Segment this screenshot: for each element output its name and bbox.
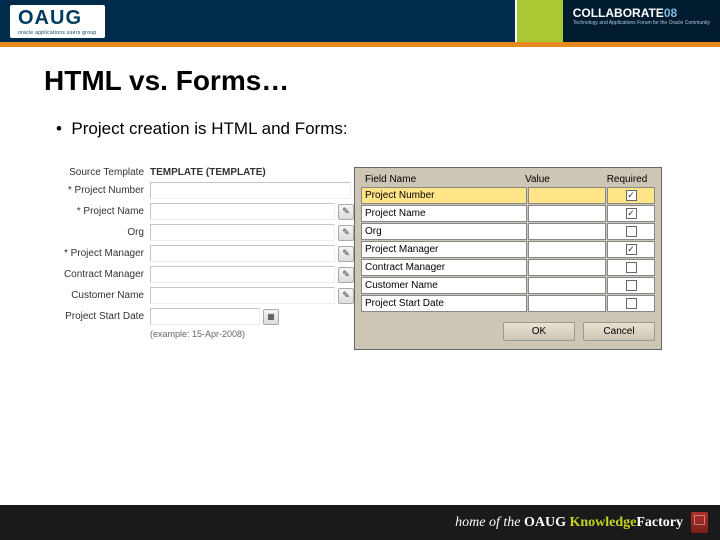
header-right: COLLABORATE08 Technology and Application… [515, 0, 720, 42]
footer-factory: Factory [636, 515, 683, 530]
text-input[interactable] [150, 224, 335, 241]
field-label: Project Start Date [44, 311, 150, 322]
bullet-point: • Project creation is HTML and Forms: [56, 119, 676, 139]
form-row: * Project Number [44, 182, 354, 199]
collab-text: COLLABORATE [573, 6, 664, 20]
field-name-cell: Org [361, 223, 527, 240]
logo-text: OAUG [18, 7, 97, 30]
value-cell[interactable] [528, 295, 606, 312]
collaborate-logo: COLLABORATE08 Technology and Application… [563, 0, 720, 42]
oaug-logo: OAUG oracle applications users group [10, 5, 105, 38]
table-row[interactable]: Customer Name [361, 277, 655, 294]
date-example: (example: 15-Apr-2008) [150, 329, 354, 339]
form-row: Org ✎ [44, 224, 354, 241]
required-cell [607, 223, 655, 240]
field-name-cell: Customer Name [361, 277, 527, 294]
slide-title: HTML vs. Forms… [44, 65, 676, 97]
text-input[interactable] [150, 182, 351, 199]
value-cell[interactable] [528, 223, 606, 240]
oracle-forms-screenshot: Field Name Value Required Project Number… [354, 167, 662, 350]
col-header-value: Value [525, 174, 603, 185]
start-date-row: Project Start Date ▦ [44, 308, 354, 325]
text-input[interactable] [150, 287, 335, 304]
checkbox-icon[interactable] [626, 262, 637, 273]
table-row[interactable]: Contract Manager [361, 259, 655, 276]
table-row[interactable]: Project Number ✓ [361, 187, 655, 204]
quickpick-icon[interactable]: ✎ [338, 267, 354, 283]
checkbox-icon[interactable]: ✓ [626, 208, 637, 219]
field-label: Source Template [44, 167, 150, 178]
form-row: * Project Name ✎ [44, 203, 354, 220]
required-cell: ✓ [607, 241, 655, 258]
source-template-row: Source Template TEMPLATE (TEMPLATE) [44, 167, 354, 178]
required-cell [607, 277, 655, 294]
field-name-cell: Contract Manager [361, 259, 527, 276]
table-header: Field Name Value Required [361, 174, 655, 185]
required-cell: ✓ [607, 205, 655, 222]
table-row[interactable]: Project Manager ✓ [361, 241, 655, 258]
green-accent [515, 0, 563, 42]
field-name-cell: Project Number [361, 187, 527, 204]
cancel-button[interactable]: Cancel [583, 322, 655, 341]
value-cell[interactable] [528, 259, 606, 276]
calendar-icon[interactable]: ▦ [263, 309, 279, 325]
required-cell [607, 295, 655, 312]
table-row[interactable]: Org [361, 223, 655, 240]
dialog-buttons: OK Cancel [361, 322, 655, 341]
field-label: * Project Manager [44, 248, 150, 259]
date-input[interactable] [150, 308, 260, 325]
checkbox-icon[interactable] [626, 280, 637, 291]
value-cell[interactable] [528, 241, 606, 258]
ok-button[interactable]: OK [503, 322, 575, 341]
footer-oaug: OAUG [524, 515, 566, 530]
html-form-screenshot: Source Template TEMPLATE (TEMPLATE) * Pr… [44, 167, 354, 350]
table-row[interactable]: Project Name ✓ [361, 205, 655, 222]
checkbox-icon[interactable] [626, 298, 637, 309]
field-label: * Project Name [44, 206, 150, 217]
form-row: Customer Name ✎ [44, 287, 354, 304]
value-cell[interactable] [528, 187, 606, 204]
field-name-cell: Project Start Date [361, 295, 527, 312]
text-input[interactable] [150, 203, 335, 220]
quickpick-icon[interactable]: ✎ [338, 288, 354, 304]
collab-year: 08 [664, 6, 677, 20]
field-value: TEMPLATE (TEMPLATE) [150, 167, 266, 178]
collab-subtitle: Technology and Applications Forum for th… [573, 20, 710, 26]
required-cell [607, 259, 655, 276]
field-label: * Project Number [44, 185, 150, 196]
logo-subtitle: oracle applications users group [18, 30, 97, 36]
slide-header: OAUG oracle applications users group COL… [0, 0, 720, 42]
form-row: Contract Manager ✎ [44, 266, 354, 283]
slide-footer: home of the OAUG KnowledgeFactory [0, 505, 720, 540]
text-input[interactable] [150, 245, 335, 262]
checkbox-icon[interactable] [626, 226, 637, 237]
col-header-required: Required [603, 174, 651, 185]
field-name-cell: Project Manager [361, 241, 527, 258]
table-row[interactable]: Project Start Date [361, 295, 655, 312]
field-label: Org [44, 227, 150, 238]
forms-comparison: Source Template TEMPLATE (TEMPLATE) * Pr… [44, 167, 676, 350]
footer-text: home of the OAUG KnowledgeFactory [455, 515, 683, 531]
slide-content: HTML vs. Forms… • Project creation is HT… [0, 47, 720, 368]
quickpick-icon[interactable]: ✎ [338, 246, 354, 262]
required-cell: ✓ [607, 187, 655, 204]
text-input[interactable] [150, 266, 335, 283]
col-header-field: Field Name [365, 174, 525, 185]
field-label: Contract Manager [44, 269, 150, 280]
field-label: Customer Name [44, 290, 150, 301]
checkbox-icon[interactable]: ✓ [626, 244, 637, 255]
quickpick-icon[interactable]: ✎ [338, 204, 354, 220]
quickpick-icon[interactable]: ✎ [338, 225, 354, 241]
checkbox-icon[interactable]: ✓ [626, 190, 637, 201]
value-cell[interactable] [528, 205, 606, 222]
footer-knowledge: Knowledge [569, 515, 636, 530]
field-name-cell: Project Name [361, 205, 527, 222]
form-row: * Project Manager ✎ [44, 245, 354, 262]
factory-icon [691, 512, 708, 533]
value-cell[interactable] [528, 277, 606, 294]
